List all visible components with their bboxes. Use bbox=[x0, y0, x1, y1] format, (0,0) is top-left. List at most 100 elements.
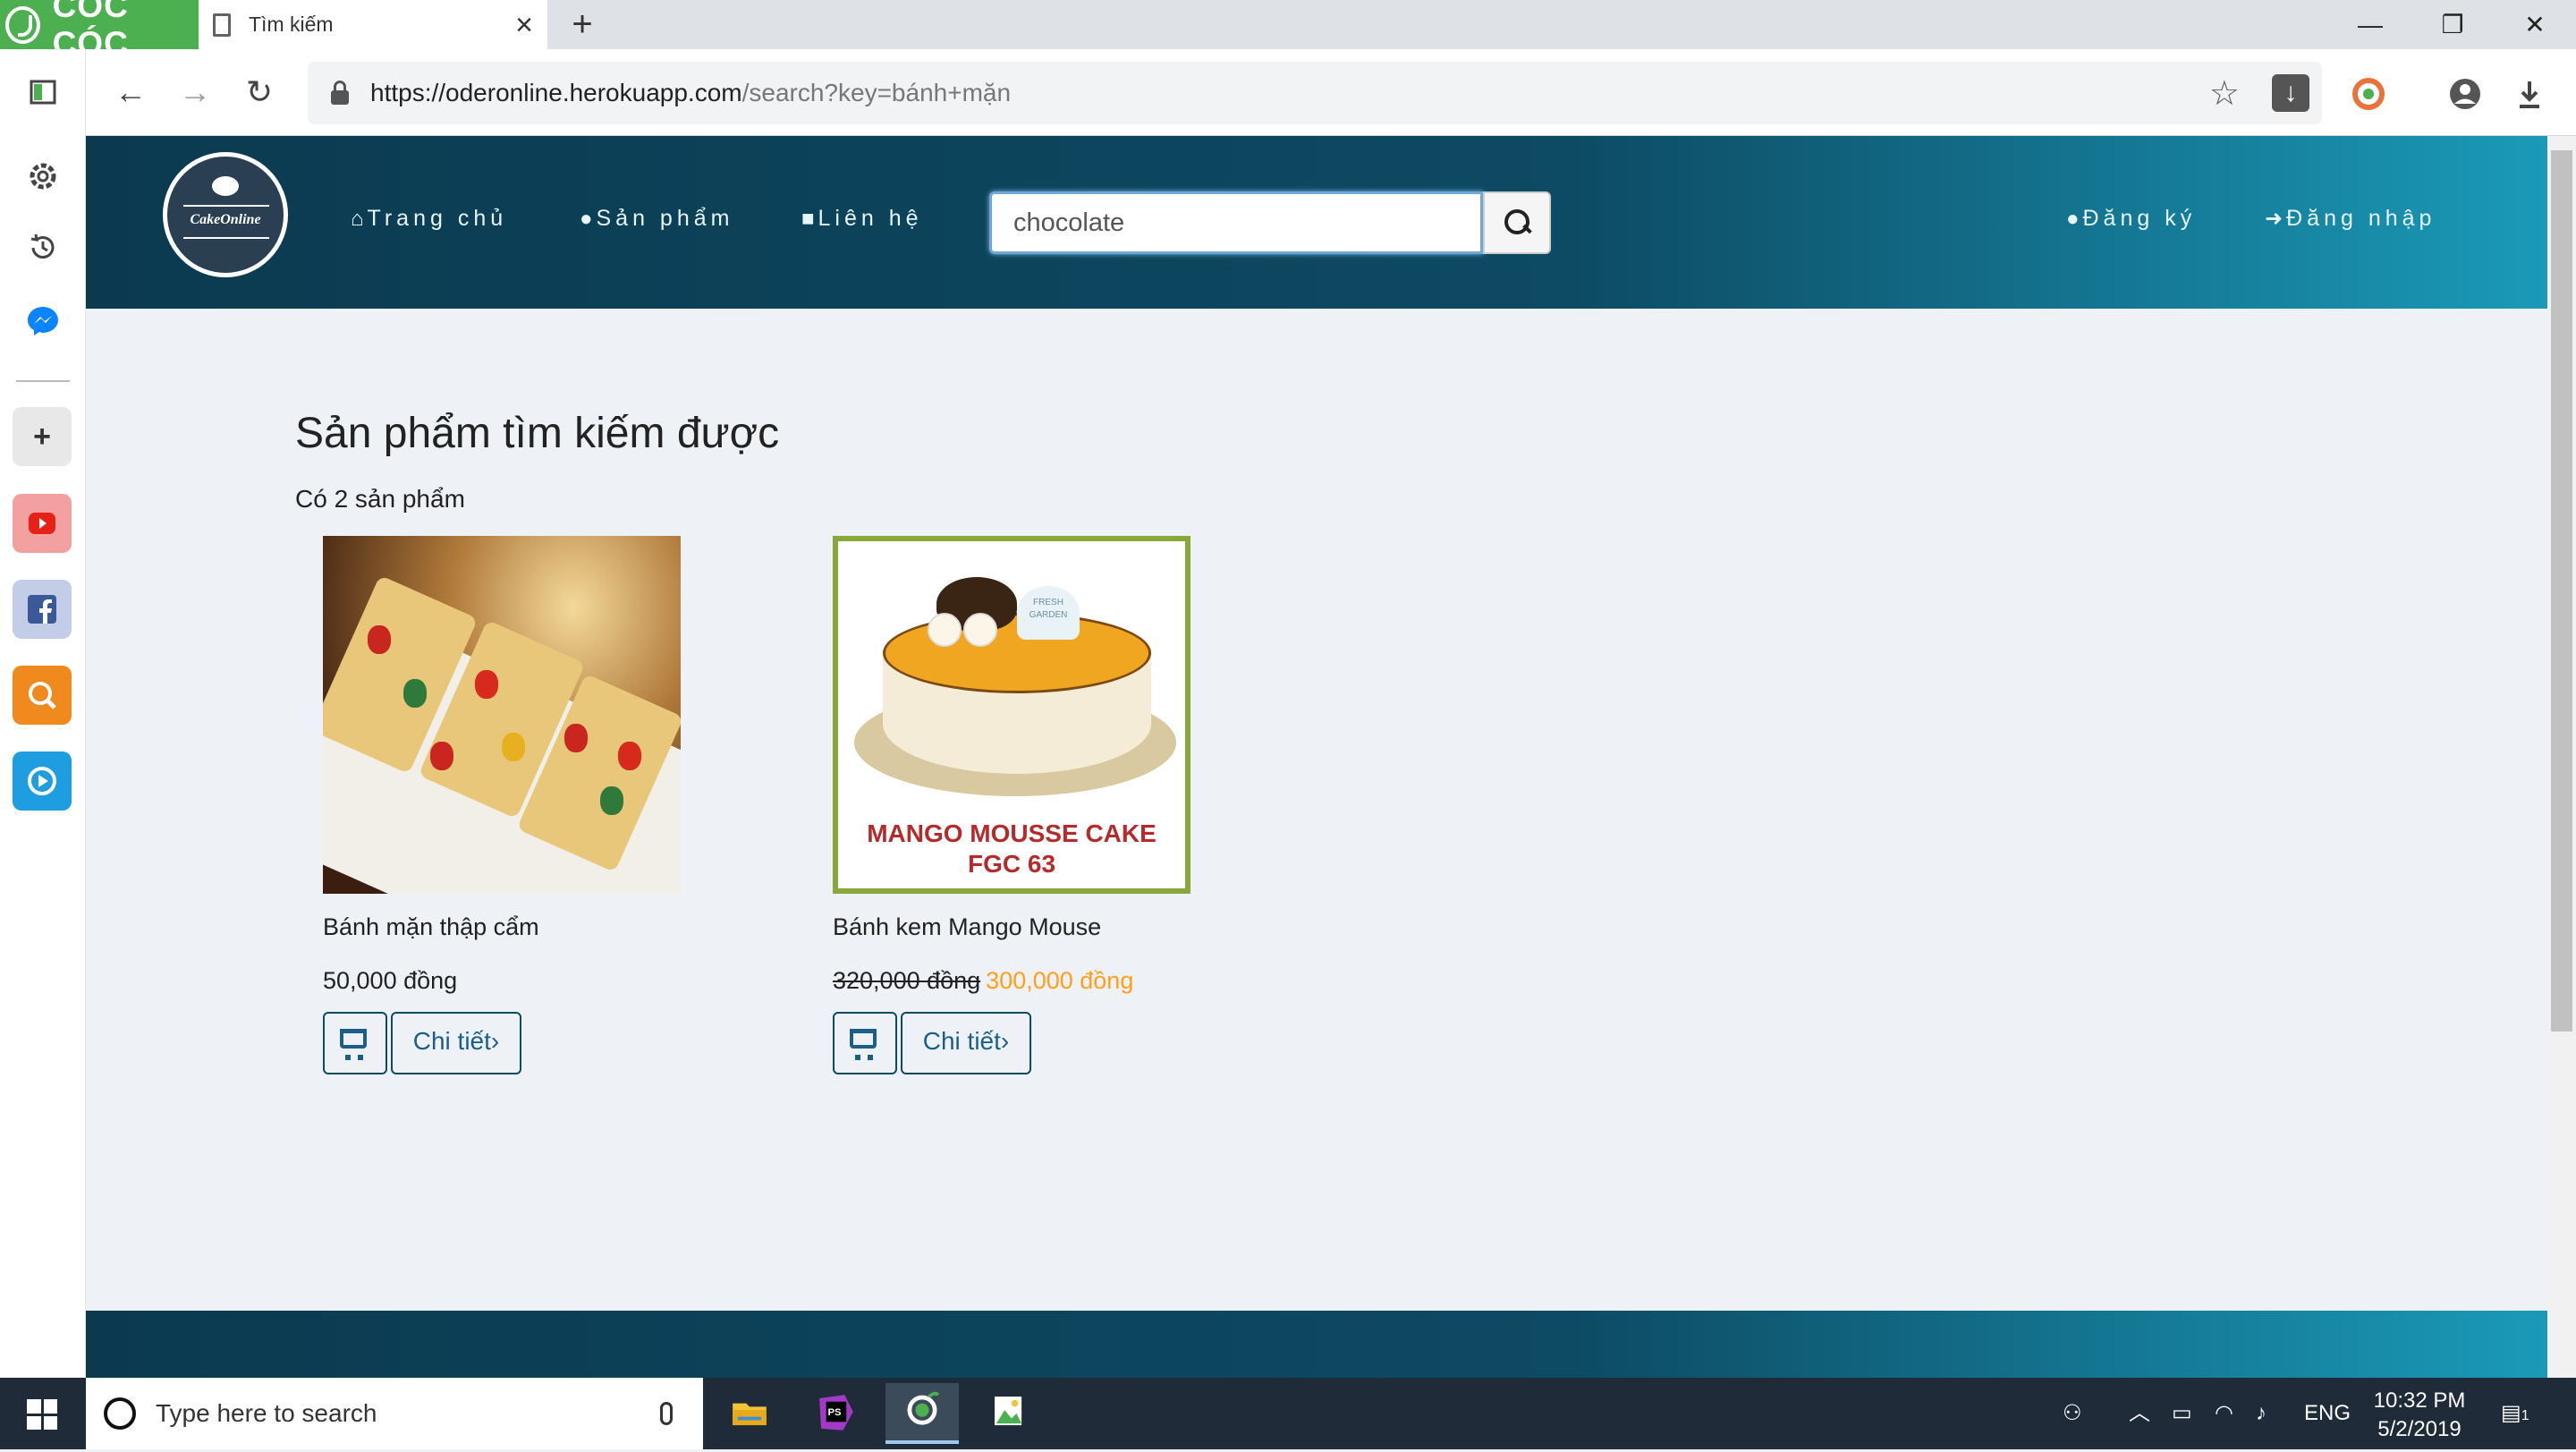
back-button[interactable]: ← bbox=[107, 69, 154, 115]
chevron-right-icon: › bbox=[490, 1027, 500, 1055]
language-indicator[interactable]: ENG bbox=[2304, 1378, 2351, 1449]
browser-tab[interactable]: Tìm kiếm × bbox=[199, 0, 547, 49]
product-card: Bánh mặn thập cẩm 50,000 đồng Chi tiết› bbox=[323, 536, 699, 1074]
cortana-icon bbox=[104, 1397, 136, 1430]
taskbar-search-placeholder: Type here to search bbox=[156, 1399, 377, 1427]
downloads-icon[interactable] bbox=[2512, 76, 2547, 112]
media-player-icon[interactable] bbox=[13, 751, 72, 811]
history-icon[interactable] bbox=[27, 232, 59, 264]
new-tab-button[interactable]: + bbox=[562, 4, 603, 45]
sidebar-divider bbox=[16, 380, 70, 382]
forward-button[interactable]: → bbox=[172, 69, 218, 115]
tab-title: Tìm kiếm bbox=[249, 13, 334, 36]
coccoc-logo-icon bbox=[5, 5, 40, 44]
sidebar-toggle-icon[interactable] bbox=[29, 78, 57, 106]
image-caption-code: FGC 63 bbox=[967, 850, 1056, 878]
detail-button[interactable]: Chi tiết› bbox=[901, 1012, 1031, 1074]
home-icon: ⌂ bbox=[351, 207, 364, 231]
minimize-button[interactable]: — bbox=[2329, 0, 2411, 49]
nav-products-link[interactable]: ● Sản phẩm bbox=[580, 206, 733, 232]
login-icon: ➜ bbox=[2265, 207, 2284, 231]
show-hidden-icons[interactable]: ︿ bbox=[2129, 1378, 2150, 1449]
browser-tab-strip: CÓC CÓC Tìm kiếm × + — ❐ ✕ bbox=[0, 0, 2576, 62]
youtube-icon[interactable] bbox=[13, 494, 72, 553]
image-viewer-icon[interactable] bbox=[972, 1383, 1046, 1444]
site-search-button[interactable] bbox=[1483, 191, 1551, 254]
brand-tag: FRESH GARDEN bbox=[1017, 586, 1080, 640]
product-price: 320,000 đồng 300,000 đồng bbox=[833, 967, 1133, 995]
settings-icon[interactable] bbox=[27, 160, 59, 192]
product-icon: ● bbox=[580, 207, 593, 231]
browser-toolbar: ← → ↻ https://oderonline.herokuapp.com/s… bbox=[0, 49, 2576, 136]
facebook-icon[interactable] bbox=[13, 580, 72, 639]
facebook-small-icon: ■ bbox=[801, 207, 815, 231]
notification-count: 1 bbox=[2521, 1408, 2529, 1423]
restore-button[interactable]: ❐ bbox=[2411, 0, 2494, 49]
search-app-icon[interactable] bbox=[13, 666, 72, 725]
clock-time: 10:32 PM bbox=[2373, 1388, 2466, 1413]
people-icon[interactable]: ⚇ bbox=[2063, 1378, 2082, 1449]
browser-sidebar: + bbox=[0, 49, 86, 1378]
logo-rule bbox=[183, 205, 269, 207]
url-text[interactable]: https://oderonline.herokuapp.com/search?… bbox=[370, 79, 1011, 107]
notifications-icon[interactable]: ▤1 bbox=[2501, 1378, 2529, 1449]
bookmark-star-icon[interactable]: ☆ bbox=[2209, 73, 2240, 114]
reload-button[interactable]: ↻ bbox=[236, 69, 283, 115]
battery-icon[interactable]: ▭ bbox=[2172, 1378, 2192, 1449]
results-title: Sản phẩm tìm kiếm được bbox=[295, 410, 780, 457]
volume-icon[interactable]: ♪ bbox=[2256, 1378, 2267, 1449]
tab-close-icon[interactable]: × bbox=[515, 10, 533, 40]
clock[interactable]: 10:32 PM 5/2/2019 bbox=[2361, 1387, 2478, 1444]
phpstorm-icon[interactable]: PS bbox=[799, 1383, 872, 1444]
add-to-cart-button[interactable] bbox=[833, 1012, 897, 1074]
logo-rule bbox=[183, 237, 269, 239]
clock-date: 5/2/2019 bbox=[2377, 1417, 2462, 1441]
sale-price: 300,000 đồng bbox=[986, 967, 1134, 994]
site-search-input[interactable]: chocolate bbox=[989, 191, 1483, 254]
cake-logo-icon bbox=[212, 176, 239, 196]
nav-login-link[interactable]: ➜ Đăng nhập bbox=[2265, 206, 2436, 232]
cart-icon bbox=[340, 1029, 367, 1060]
add-icon[interactable]: + bbox=[13, 407, 72, 466]
windows-logo-icon bbox=[27, 1399, 57, 1430]
product-name[interactable]: Bánh mặn thập cẩm bbox=[323, 913, 539, 941]
file-explorer-icon[interactable] bbox=[712, 1383, 785, 1444]
microphone-icon[interactable] bbox=[660, 1402, 673, 1425]
nav-register-link[interactable]: ● Đăng ký bbox=[2066, 206, 2196, 232]
product-card: FRESH GARDEN MANGO MOUSSE CAKE FGC 63 Bá… bbox=[833, 536, 1208, 1074]
coccoc-extension-icon[interactable] bbox=[2351, 76, 2386, 112]
scrollbar-thumb[interactable] bbox=[2551, 150, 2572, 1032]
nav-home-link[interactable]: ⌂ Trang chủ bbox=[351, 206, 507, 232]
close-window-button[interactable]: ✕ bbox=[2494, 0, 2576, 49]
logo-text: CakeOnline bbox=[190, 212, 261, 227]
messenger-icon[interactable] bbox=[25, 303, 61, 339]
cart-icon bbox=[850, 1029, 877, 1060]
windows-taskbar: Type here to search PS ⚇ ︿ ▭ ◠ ♪ ENG 10:… bbox=[0, 1378, 2576, 1449]
product-image-mango-cake[interactable]: FRESH GARDEN MANGO MOUSSE CAKE FGC 63 bbox=[833, 536, 1191, 894]
add-to-cart-button[interactable] bbox=[323, 1012, 387, 1074]
coccoc-browser-icon[interactable] bbox=[886, 1383, 959, 1444]
chevron-right-icon: › bbox=[1000, 1027, 1010, 1055]
profile-icon[interactable] bbox=[2447, 76, 2483, 112]
user-icon: ● bbox=[2066, 207, 2080, 231]
product-price: 50,000 đồng bbox=[323, 967, 458, 994]
results-count: Có 2 sản phẩm bbox=[295, 485, 465, 513]
image-caption-name: MANGO MOUSSE CAKE bbox=[867, 819, 1157, 847]
old-price: 320,000 đồng bbox=[833, 967, 981, 994]
product-image-fruitcake[interactable] bbox=[323, 536, 681, 894]
lock-icon bbox=[331, 81, 349, 105]
page-icon bbox=[213, 13, 231, 37]
site-logo[interactable]: CakeOnline bbox=[163, 152, 288, 277]
site-footer bbox=[86, 1311, 2547, 1378]
save-page-icon[interactable]: ↓ bbox=[2272, 74, 2309, 112]
product-name[interactable]: Bánh kem Mango Mouse bbox=[833, 913, 1101, 941]
taskbar-search[interactable]: Type here to search bbox=[86, 1378, 703, 1449]
start-button[interactable] bbox=[0, 1378, 86, 1449]
svg-text:PS: PS bbox=[828, 1407, 843, 1418]
wifi-icon[interactable]: ◠ bbox=[2215, 1378, 2233, 1449]
detail-button[interactable]: Chi tiết› bbox=[391, 1012, 521, 1074]
address-bar[interactable]: https://oderonline.herokuapp.com/search?… bbox=[308, 62, 2322, 124]
web-page: CakeOnline ⌂ Trang chủ ● Sản phẩm ■ Liên hệ… bbox=[86, 136, 2547, 1378]
nav-contact-link[interactable]: ■ Liên hệ bbox=[801, 206, 923, 232]
coccoc-brand[interactable]: CÓC CÓC bbox=[0, 0, 199, 62]
